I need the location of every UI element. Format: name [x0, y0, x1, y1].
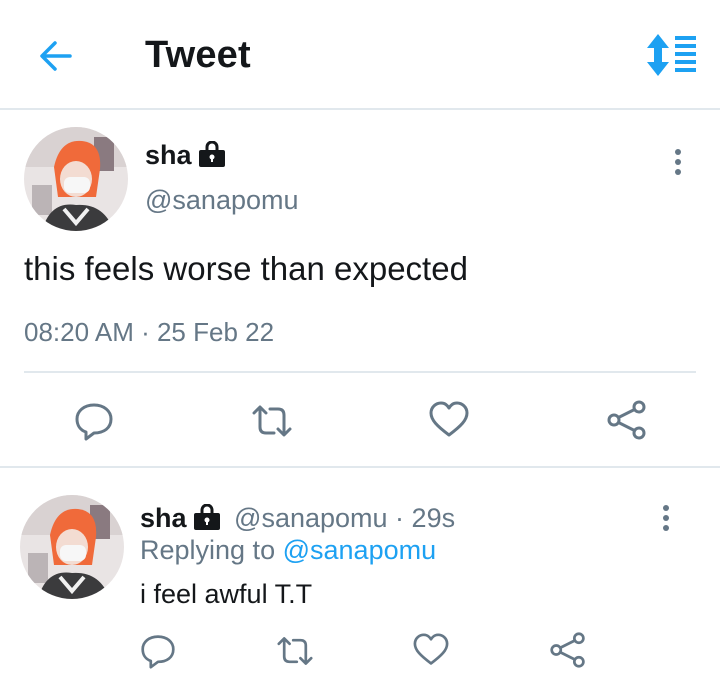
reply-icon[interactable] [74, 401, 114, 441]
tweet-text: this feels worse than expected [24, 250, 468, 287]
top-bar: Tweet [0, 0, 720, 110]
retweet-icon[interactable] [250, 401, 294, 441]
avatar[interactable] [20, 495, 124, 599]
divider [0, 466, 720, 468]
tweet-timestamp: 08:20 AM · 25 Feb 22 [24, 317, 274, 348]
like-icon[interactable] [413, 633, 449, 667]
avatar[interactable] [24, 127, 128, 231]
more-options-icon[interactable] [656, 502, 676, 538]
lock-icon [198, 140, 226, 174]
retweet-icon[interactable] [275, 633, 315, 669]
sort-replies-icon[interactable] [646, 34, 698, 76]
reply-text: i feel awful T.T [140, 579, 313, 609]
lock-icon [193, 503, 221, 537]
more-options-icon[interactable] [668, 146, 688, 182]
meta-separator: · [387, 503, 412, 533]
share-icon[interactable] [549, 631, 587, 669]
divider [24, 371, 696, 373]
meta-separator: · [133, 317, 157, 347]
author-handle[interactable]: @sanapomu [145, 185, 299, 216]
share-icon[interactable] [606, 399, 648, 441]
back-arrow-icon[interactable] [36, 36, 76, 76]
page-title: Tweet [145, 34, 251, 76]
like-icon[interactable] [429, 401, 469, 439]
tweet-date: 25 Feb 22 [156, 317, 275, 347]
reply-header: sha @sanapomu · 29s [140, 503, 455, 537]
reply-icon[interactable] [140, 633, 176, 669]
replying-to-handle[interactable]: @sanapomu [283, 535, 437, 565]
replying-to-label: Replying to [140, 535, 276, 565]
tweet-time: 08:20 AM [24, 317, 134, 347]
replying-to: Replying to @sanapomu [140, 535, 436, 566]
author-handle[interactable]: @sanapomu [234, 503, 388, 533]
author-name[interactable]: sha [145, 140, 226, 174]
author-name[interactable]: sha [140, 503, 187, 533]
reply-age: 29s [411, 503, 456, 533]
author-name-text[interactable]: sha [145, 140, 192, 170]
